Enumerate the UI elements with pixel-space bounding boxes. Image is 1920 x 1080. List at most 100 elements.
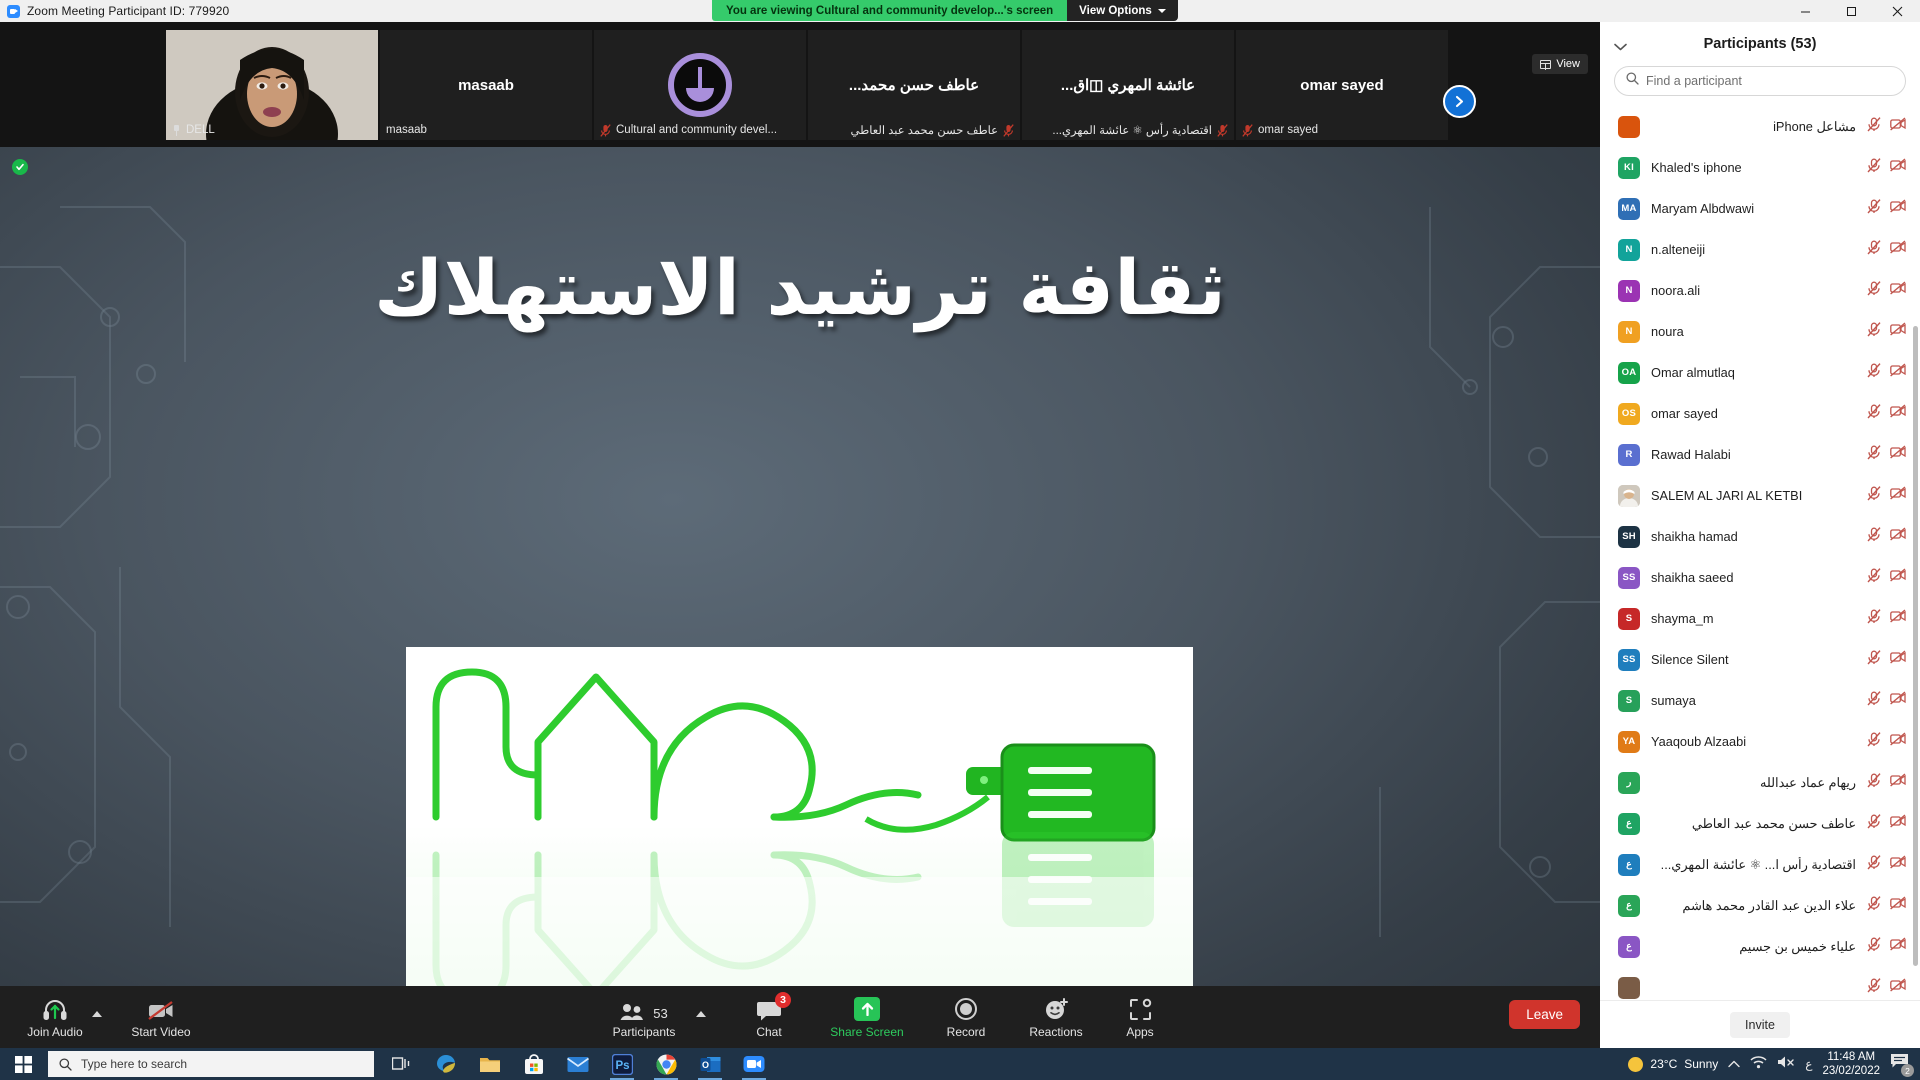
filmstrip-tile[interactable]: عائشة المهري ◫اق... اقتصادية رأس ⚛ عائشة … <box>1022 30 1234 140</box>
camera-off-icon[interactable] <box>1890 363 1906 382</box>
camera-off-icon[interactable] <box>1890 978 1906 997</box>
participants-button[interactable]: 53 Participants <box>598 988 690 1046</box>
microphone-muted-icon[interactable] <box>1867 977 1881 998</box>
microphone-muted-icon[interactable] <box>1867 936 1881 957</box>
start-video-button[interactable]: Start Video <box>118 988 204 1046</box>
filmstrip-next-button[interactable] <box>1443 85 1476 118</box>
microphone-muted-icon[interactable] <box>1867 649 1881 670</box>
chat-button[interactable]: 3 Chat <box>726 988 812 1046</box>
view-layout-button[interactable]: View <box>1532 54 1588 74</box>
participant-row[interactable]: SH shaikha hamad <box>1600 516 1920 557</box>
camera-off-icon[interactable] <box>1890 445 1906 464</box>
camera-off-icon[interactable] <box>1890 240 1906 259</box>
invite-button[interactable]: Invite <box>1730 1011 1790 1038</box>
minimize-button[interactable] <box>1782 0 1828 22</box>
camera-off-icon[interactable] <box>1890 773 1906 792</box>
photoshop-icon[interactable]: Ps <box>602 1048 642 1080</box>
participant-row[interactable]: Sshayma_m <box>1600 598 1920 639</box>
record-button[interactable]: Record <box>922 988 1010 1046</box>
microphone-muted-icon[interactable] <box>1867 157 1881 178</box>
maximize-button[interactable] <box>1828 0 1874 22</box>
participant-row[interactable]: SALEM AL JARI AL KETBI <box>1600 475 1920 516</box>
participant-row[interactable]: مشاعل iPhone <box>1600 106 1920 147</box>
microphone-muted-icon[interactable] <box>1867 280 1881 301</box>
microphone-muted-icon[interactable] <box>1867 321 1881 342</box>
task-view-button[interactable] <box>382 1048 422 1080</box>
collapse-panel-icon[interactable] <box>1614 38 1627 56</box>
participant-row[interactable] <box>1600 967 1920 1000</box>
microphone-muted-icon[interactable] <box>1867 239 1881 260</box>
microphone-muted-icon[interactable] <box>1867 772 1881 793</box>
participant-row[interactable]: Nn.alteneiji <box>1600 229 1920 270</box>
network-icon[interactable] <box>1750 1055 1767 1074</box>
search-input[interactable] <box>1646 74 1894 88</box>
microphone-muted-icon[interactable] <box>1867 608 1881 629</box>
leave-button[interactable]: Leave <box>1509 1000 1580 1029</box>
camera-off-icon[interactable] <box>1890 650 1906 669</box>
participant-row[interactable]: YA Yaaqoub Alzaabi <box>1600 721 1920 762</box>
filmstrip-tile[interactable]: DELL <box>166 30 378 140</box>
participants-list[interactable]: مشاعل iPhone KI Khaled's iphone MA Maryam Al… <box>1600 106 1920 1000</box>
microphone-muted-icon[interactable] <box>1867 690 1881 711</box>
show-hidden-icons-button[interactable] <box>1728 1055 1740 1073</box>
mail-icon[interactable] <box>558 1048 598 1080</box>
camera-off-icon[interactable] <box>1890 691 1906 710</box>
audio-options-caret-icon[interactable] <box>92 1011 102 1017</box>
filmstrip-tile[interactable]: Cultural and community devel... <box>594 30 806 140</box>
join-audio-button[interactable]: Join Audio <box>18 988 92 1046</box>
participant-row[interactable]: ع اقتصادية رأس ا... ⚛ عائشة المهري... <box>1600 844 1920 885</box>
filmstrip-tile[interactable]: عاطف حسن محمد... عاطف حسن محمد عبد العاطي <box>808 30 1020 140</box>
camera-off-icon[interactable] <box>1890 281 1906 300</box>
notification-center-button[interactable]: 2 <box>1890 1053 1914 1077</box>
microphone-muted-icon[interactable] <box>1867 813 1881 834</box>
participant-row[interactable]: ر ريهام عماد عبدالله <box>1600 762 1920 803</box>
camera-off-icon[interactable] <box>1890 937 1906 956</box>
camera-off-icon[interactable] <box>1890 527 1906 546</box>
participant-row[interactable]: R Rawad Halabi <box>1600 434 1920 475</box>
participants-options-caret-icon[interactable] <box>696 1011 706 1017</box>
participant-row[interactable]: OS omar sayed <box>1600 393 1920 434</box>
participants-search-box[interactable] <box>1614 66 1906 96</box>
participant-row[interactable]: ع عاطف حسن محمد عبد العاطي <box>1600 803 1920 844</box>
taskbar-search-box[interactable]: Type here to search <box>48 1051 374 1077</box>
microphone-muted-icon[interactable] <box>1867 567 1881 588</box>
participant-row[interactable]: Nnoura <box>1600 311 1920 352</box>
chrome-icon[interactable] <box>646 1048 686 1080</box>
camera-off-icon[interactable] <box>1890 486 1906 505</box>
participant-row[interactable]: MA Maryam Albdwawi <box>1600 188 1920 229</box>
microphone-muted-icon[interactable] <box>1867 854 1881 875</box>
participant-row[interactable]: Nnoora.ali <box>1600 270 1920 311</box>
microphone-muted-icon[interactable] <box>1867 526 1881 547</box>
language-indicator[interactable]: ع <box>1805 1057 1812 1071</box>
microsoft-store-icon[interactable] <box>514 1048 554 1080</box>
start-button[interactable] <box>0 1048 46 1080</box>
file-explorer-icon[interactable] <box>470 1048 510 1080</box>
share-screen-button[interactable]: Share Screen <box>812 988 922 1046</box>
camera-off-icon[interactable] <box>1890 322 1906 341</box>
zoom-icon[interactable] <box>734 1048 774 1080</box>
taskbar-clock[interactable]: 11:48 AM 23/02/2022 <box>1822 1050 1880 1078</box>
volume-muted-icon[interactable] <box>1777 1055 1795 1074</box>
microphone-muted-icon[interactable] <box>1867 198 1881 219</box>
participant-row[interactable]: ع علاء الدين عبد القادر محمد هاشم <box>1600 885 1920 926</box>
camera-off-icon[interactable] <box>1890 158 1906 177</box>
microphone-muted-icon[interactable] <box>1867 362 1881 383</box>
camera-off-icon[interactable] <box>1890 117 1906 136</box>
close-button[interactable] <box>1874 0 1920 22</box>
microphone-muted-icon[interactable] <box>1867 444 1881 465</box>
participant-row[interactable]: OA Omar almutlaq <box>1600 352 1920 393</box>
participant-row[interactable]: KI Khaled's iphone <box>1600 147 1920 188</box>
camera-off-icon[interactable] <box>1890 404 1906 423</box>
weather-widget[interactable]: 23°C Sunny <box>1628 1056 1718 1072</box>
filmstrip-tile[interactable]: omar sayed omar sayed <box>1236 30 1448 140</box>
microphone-muted-icon[interactable] <box>1867 731 1881 752</box>
apps-button[interactable]: Apps <box>1102 988 1178 1046</box>
microphone-muted-icon[interactable] <box>1867 116 1881 137</box>
participant-row[interactable]: ع علياء خميس بن جسيم <box>1600 926 1920 967</box>
participant-row[interactable]: Ssumaya <box>1600 680 1920 721</box>
participants-scrollbar[interactable] <box>1913 326 1918 966</box>
camera-off-icon[interactable] <box>1890 199 1906 218</box>
edge-icon[interactable] <box>426 1048 466 1080</box>
shared-screen-stage[interactable]: ثقافة ترشيد الاستهلاك <box>0 147 1600 986</box>
view-options-button[interactable]: View Options <box>1067 0 1178 21</box>
